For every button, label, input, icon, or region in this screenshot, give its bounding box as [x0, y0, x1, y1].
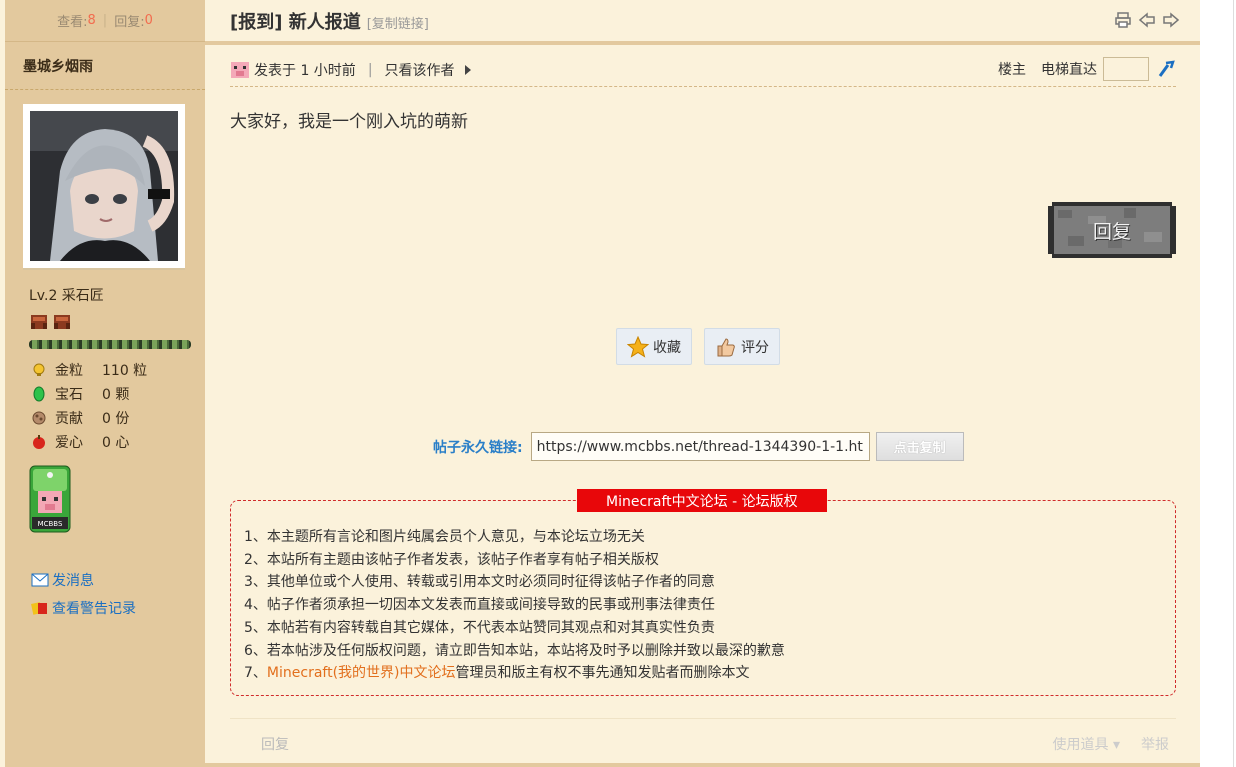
footer-reply-link[interactable]: 回复	[261, 734, 289, 754]
pig-face-icon	[231, 61, 249, 78]
emerald-icon	[33, 386, 45, 402]
apple-heart-icon	[33, 435, 45, 449]
post-meta: 发表于 1 小时前 | 只看该作者 楼主 电梯直达	[230, 53, 1176, 87]
stat-value: 0 份	[102, 411, 130, 427]
helmet-icon	[31, 315, 47, 329]
use-tools-menu[interactable]: 使用道具 ▾	[1053, 734, 1120, 754]
permalink-field[interactable]	[530, 432, 870, 461]
page-margin	[1200, 0, 1236, 767]
replies-label: 回复:	[114, 15, 145, 30]
thread-stats: 查看: 8 | 回复: 0	[5, 0, 205, 42]
dropdown-caret-icon: ▾	[1112, 737, 1120, 753]
view-warnings-link[interactable]: 查看警告记录	[31, 594, 136, 622]
copyright-line: 5、本帖若有内容转载自其它媒体，不代表本站赞同其观点和对其真实性负责	[244, 619, 715, 636]
rate-button[interactable]: 评分	[704, 328, 780, 365]
stat-label: 贡献	[55, 411, 83, 427]
stat-label: 金粒	[55, 363, 83, 379]
reply-button-label: 回复	[1092, 220, 1131, 243]
avatar[interactable]	[23, 104, 185, 268]
copyright-line: 3、其他单位或个人使用、转载或引用本文时必须同时征得该帖子作者的同意	[244, 574, 715, 591]
elevator-input[interactable]	[1103, 57, 1149, 81]
copyright-title: Minecraft中文论坛 - 论坛版权	[577, 489, 827, 512]
post-footer: 回复 使用道具 ▾ 举报	[230, 718, 1176, 766]
thread-title: [报到] 新人报道	[230, 11, 361, 33]
level-icons	[29, 312, 72, 332]
stat-contribution: 贡献 0 份	[31, 406, 147, 430]
stat-gold: 金粒 110 粒	[31, 358, 147, 382]
scrollbar-track	[1233, 0, 1234, 767]
copyright-line: 4、帖子作者须承担一切因本文发表而直接或间接导致的民事或刑事法律责任	[244, 597, 715, 614]
copyright-list: 1、本主题所有言论和图片纯属会员个人意见，与本论坛立场无关 2、本站所有主题由该…	[244, 526, 785, 685]
post-time: 发表于 1 小时前	[254, 62, 356, 79]
stats-divider: |	[102, 13, 108, 28]
avatar-image	[30, 111, 178, 261]
warning-card-icon	[31, 602, 47, 615]
user-level: Lv.2 采石匠	[29, 288, 104, 304]
print-icon[interactable]	[1114, 11, 1132, 29]
badge-text: MCBBS	[38, 520, 63, 528]
rate-label: 评分	[741, 339, 769, 356]
only-author-link[interactable]: 只看该作者	[385, 60, 455, 80]
contribution-icon	[32, 411, 46, 425]
stat-label: 宝石	[55, 387, 83, 403]
line7-prefix: 7、	[244, 665, 267, 682]
use-tools-label: 使用道具	[1052, 737, 1109, 753]
copy-link-button[interactable]: [复制链接]	[367, 13, 429, 32]
stat-love: 爱心 0 心	[31, 430, 147, 454]
stat-gem: 宝石 0 颗	[31, 382, 147, 406]
previous-thread-icon[interactable]	[1138, 11, 1156, 29]
copyright-line: 2、本站所有主题由该帖子作者发表，该帖子作者享有帖子相关版权	[244, 551, 659, 568]
floor-label: 楼主	[998, 62, 1026, 78]
post-content: 大家好，我是一个刚入坑的萌新	[230, 112, 468, 132]
bottom-divider	[205, 763, 1200, 767]
line7-suffix: 管理员和版主有权不事先通知发贴者而删除本文	[455, 665, 750, 682]
replies-count: 0	[144, 13, 153, 28]
favorite-button[interactable]: 收藏	[616, 328, 692, 365]
author-name[interactable]: 墨城乡烟雨	[5, 42, 205, 90]
copyright-notice: Minecraft中文论坛 - 论坛版权 1、本主题所有言论和图片纯属会员个人意…	[230, 489, 1176, 696]
stat-value: 110 粒	[102, 363, 148, 379]
level-progress-bar	[29, 340, 191, 349]
title-tools	[1114, 11, 1180, 29]
send-message-label: 发消息	[52, 573, 94, 589]
stat-label: 爱心	[55, 435, 83, 451]
view-warnings-label: 查看警告记录	[52, 601, 136, 617]
report-link[interactable]: 举报	[1141, 734, 1169, 754]
meta-divider: |	[367, 61, 373, 78]
permalink-row: 帖子永久链接: 点击复制	[433, 432, 964, 461]
floor-tools: 楼主 电梯直达	[998, 57, 1176, 81]
forum-link[interactable]: Minecraft(我的世界)中文论坛	[267, 665, 456, 681]
next-thread-icon[interactable]	[1162, 11, 1180, 29]
stat-value: 0 颗	[102, 387, 130, 403]
thread-title-bar: [报到] 新人报道 [复制链接]	[205, 0, 1200, 45]
mcbbs-medal-icon[interactable]: MCBBS	[29, 465, 71, 533]
helmet-icon	[54, 315, 70, 329]
user-stats: 金粒 110 粒 宝石 0 颗 贡献 0 份 爱心 0 心	[31, 358, 147, 454]
author-actions: 发消息 查看警告记录	[31, 566, 136, 622]
stat-value: 0 心	[102, 435, 130, 451]
author-sidebar: 查看: 8 | 回复: 0 墨城乡烟雨 Lv.2 采石匠 金粒 110 粒 宝石…	[5, 0, 205, 767]
gold-nugget-icon	[33, 363, 45, 376]
permalink-label: 帖子永久链接:	[433, 439, 523, 456]
copyright-line: 1、本主题所有言论和图片纯属会员个人意见，与本论坛立场无关	[244, 529, 645, 545]
views-label: 查看:	[57, 15, 88, 30]
thumbs-up-icon	[717, 337, 735, 356]
copy-permalink-button[interactable]: 点击复制	[875, 432, 964, 461]
reply-button[interactable]: 回复	[1048, 202, 1176, 258]
views-count: 8	[87, 13, 96, 28]
jump-go-icon[interactable]	[1156, 59, 1176, 79]
elevator-label: 电梯直达	[1041, 62, 1097, 78]
send-message-link[interactable]: 发消息	[31, 566, 136, 594]
copyright-line: 6、若本帖涉及任何版权问题，请立即告知本站，本站将及时予以删除并致以最深的歉意	[244, 642, 785, 659]
copyright-line: 7、Minecraft(我的世界)中文论坛管理员和版主有权不事先通知发贴者而删除…	[244, 662, 785, 685]
star-icon	[627, 335, 649, 358]
favorite-label: 收藏	[653, 339, 681, 356]
chevron-right-icon[interactable]	[464, 64, 471, 75]
post-area: [报到] 新人报道 [复制链接] 发表于 1 小时前 | 只看该作者 楼主 电梯…	[205, 0, 1200, 767]
envelope-icon	[31, 573, 49, 587]
